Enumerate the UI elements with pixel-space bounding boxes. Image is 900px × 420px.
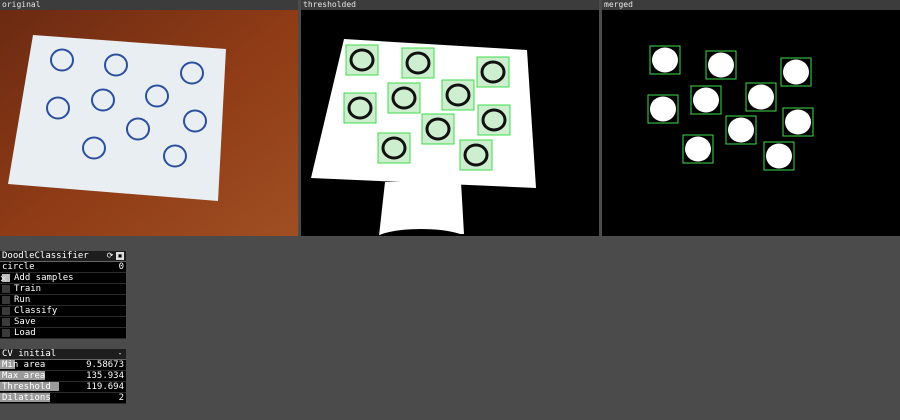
toggle-add-samples[interactable]: ✕ Add samples (0, 271, 126, 285)
thresholded-image (301, 10, 599, 236)
merged-blob (748, 84, 774, 110)
slider-value: 2 (118, 393, 124, 403)
toggle-label: Save (14, 317, 36, 327)
toggle-label: Classify (14, 306, 58, 316)
doodle-classifier-panel: DoodleClassifier ⟳ ▪ circle 0 ✕ Add samp… (0, 251, 126, 339)
toggle-label: Add samples (14, 273, 74, 283)
collapse-icon[interactable]: - (116, 350, 124, 358)
merged-view: merged (602, 0, 900, 236)
toggle-label: Run (14, 295, 31, 305)
cv-initial-title: CV initial (2, 349, 57, 359)
checkbox-run[interactable] (2, 296, 10, 304)
merged-blob (766, 143, 792, 169)
merged-blob (785, 109, 811, 135)
toggle-label: Load (14, 328, 36, 338)
slider-dilations[interactable]: Dilations 2 (0, 393, 126, 404)
merged-blob (650, 96, 676, 122)
toggle-classify[interactable]: Classify (0, 306, 126, 317)
slider-label: Max area (2, 371, 46, 381)
class-label-row[interactable]: circle 0 (0, 262, 126, 273)
slider-value: 135.934 (86, 371, 124, 381)
slider-label: Dilations (2, 393, 51, 403)
cv-initial-header[interactable]: CV initial - (0, 349, 126, 360)
merged-blob (728, 117, 754, 143)
mouse-cursor-icon: ✕ (0, 271, 8, 285)
slider-max-area[interactable]: Max area 135.934 (0, 371, 126, 382)
panel-title-original: original (0, 0, 298, 10)
slider-label: Threshold (2, 382, 51, 392)
merged-blob (783, 59, 809, 85)
thresholded-view: thresholded (301, 0, 599, 236)
merged-image (602, 10, 900, 236)
checkbox-classify[interactable] (2, 307, 10, 315)
minimize-icon[interactable]: ▪ (116, 252, 124, 260)
toggle-label: Train (14, 284, 42, 294)
toggle-load[interactable]: Load (0, 328, 126, 339)
checkbox-train[interactable] (2, 285, 10, 293)
panel-title-merged: merged (602, 0, 900, 10)
merged-blob (693, 87, 719, 113)
cv-initial-panel: CV initial - Min area 9.58673 Max area 1… (0, 349, 126, 404)
slider-threshold[interactable]: Threshold 119.694 (0, 382, 126, 393)
slider-min-area[interactable]: Min area 9.58673 (0, 360, 126, 371)
checkbox-load[interactable] (2, 329, 10, 337)
class-label: circle (2, 262, 35, 272)
original-view: original (0, 0, 298, 236)
slider-label: Min area (2, 360, 46, 370)
merged-blob (652, 47, 678, 73)
panel-title-thresholded: thresholded (301, 0, 599, 10)
toggle-run[interactable]: Run (0, 295, 126, 306)
original-image (0, 10, 298, 236)
doodle-classifier-header[interactable]: DoodleClassifier ⟳ ▪ (0, 251, 126, 262)
merged-blob (708, 52, 734, 78)
doodle-classifier-title: DoodleClassifier (2, 251, 89, 261)
checkbox-save[interactable] (2, 318, 10, 326)
slider-value: 9.58673 (86, 360, 124, 370)
slider-value: 119.694 (86, 382, 124, 392)
toggle-train[interactable]: Train (0, 284, 126, 295)
toggle-save[interactable]: Save (0, 317, 126, 328)
refresh-icon[interactable]: ⟳ (106, 252, 114, 260)
class-value: 0 (118, 262, 124, 272)
paper-sheet (8, 35, 226, 201)
merged-blob (685, 136, 711, 162)
